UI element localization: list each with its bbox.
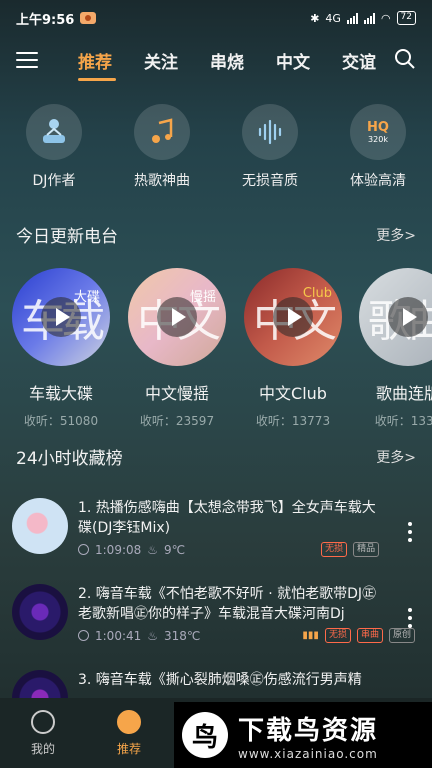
song-thumb xyxy=(12,584,68,640)
cover-tag: 大碟 xyxy=(73,290,100,305)
menu-icon[interactable] xyxy=(16,47,38,73)
tab-follow[interactable]: 关注 xyxy=(144,48,210,73)
quick-dj-author[interactable]: DJ作者 xyxy=(0,104,108,190)
more-options-icon[interactable] xyxy=(408,608,412,632)
badge-lossless: 无损 xyxy=(324,628,351,643)
badge-quality: 精品 xyxy=(353,542,380,557)
play-icon[interactable] xyxy=(273,297,313,337)
radio-listen-count: 收听：51080 xyxy=(23,414,99,428)
flame-icon: ♨ xyxy=(147,628,159,643)
radio-cover: 车载 大碟 xyxy=(12,268,110,366)
quick-label: 无损音质 xyxy=(242,173,298,189)
cover-tag: 慢摇 xyxy=(189,290,216,305)
section-header-chart: 24小时收藏榜 更多> xyxy=(16,444,416,469)
more-link[interactable]: 更多> xyxy=(376,447,416,467)
clock-icon xyxy=(78,544,89,555)
tab-recommend[interactable]: 推荐 xyxy=(78,48,144,81)
watermark-banner: 鸟 下载鸟资源 www.xiazainiao.com xyxy=(174,702,432,768)
radio-listen-count: 收听：23597 xyxy=(139,414,215,428)
song-title: 2. 嗨音车载《不怕老歌不好听 · 就怕老歌带DJ㊣老歌新唱㊣你的样子》车载混音… xyxy=(78,586,377,622)
status-time: 上午9:56 xyxy=(16,12,75,28)
search-icon[interactable] xyxy=(394,48,416,70)
status-icons: ✱ 4G ◠ 72 xyxy=(310,11,416,25)
music-note-icon xyxy=(134,104,190,160)
radio-cover: 中文 Club xyxy=(244,268,342,366)
quick-label: 体验高清 xyxy=(350,173,406,189)
quick-hd-trial[interactable]: HQ 320k 体验高清 xyxy=(324,104,432,190)
bottom-tab-label: 推荐 xyxy=(116,741,141,756)
section-title: 24小时收藏榜 xyxy=(16,449,123,469)
hq-badge: HQ xyxy=(367,120,389,135)
song-heat: 9℃ xyxy=(164,542,186,557)
song-row[interactable]: 2. 嗨音车载《不怕老歌不好听 · 就怕老歌带DJ㊣老歌新唱㊣你的样子》车载混音… xyxy=(0,584,432,674)
watermark-logo: 鸟 xyxy=(182,712,228,758)
quick-entries: DJ作者 热歌神曲 无损音质 HQ 320k 体验高清 xyxy=(0,104,432,190)
smile-icon xyxy=(31,709,55,734)
song-title: 3. 嗨音车载《撕心裂肺烟嗓㊣伤感流行男声精 xyxy=(78,672,362,688)
quick-label: DJ作者 xyxy=(32,173,76,189)
radio-card[interactable]: 车载 大碟 车载大碟 收听：51080 xyxy=(11,268,111,428)
vinyl-icon xyxy=(117,709,141,734)
quick-label: 热歌神曲 xyxy=(134,173,190,189)
quick-hot-songs[interactable]: 热歌神曲 xyxy=(108,104,216,190)
cover-tag: Club xyxy=(302,286,332,301)
watermark-title: 下载鸟资源 xyxy=(238,715,379,746)
top-nav: 推荐 关注 串烧 中文 交谊 xyxy=(0,36,432,84)
badge-medley: 串曲 xyxy=(356,628,383,643)
more-link[interactable]: 更多> xyxy=(376,225,416,245)
song-title: 1. 热播伤感嗨曲【太想念带我飞】全女声车载大碟(DJ李钰Mix) xyxy=(78,500,376,536)
radio-cover: 歌曲 连 xyxy=(359,268,432,366)
song-row[interactable]: 1. 热播伤感嗨曲【太想念带我飞】全女声车载大碟(DJ李钰Mix) 1:09:0… xyxy=(0,498,432,588)
clock-icon xyxy=(78,630,89,641)
play-icon[interactable] xyxy=(157,297,197,337)
bottom-tab-recommend[interactable]: 推荐 xyxy=(86,698,172,768)
song-duration: 1:00:41 xyxy=(95,628,142,643)
bottom-tab-label: 我的 xyxy=(30,741,55,756)
radio-listen-count: 收听：1339 xyxy=(374,414,432,428)
radio-card[interactable]: 中文 Club 中文Club 收听：13773 xyxy=(243,268,343,428)
section-header-radios: 今日更新电台 更多> xyxy=(16,222,416,247)
hq-headphones-icon: HQ 320k xyxy=(350,104,406,160)
watermark-url: www.xiazainiao.com xyxy=(238,746,378,761)
radio-name: 中文Club xyxy=(259,384,327,403)
watermark-text: 下载鸟资源 www.xiazainiao.com xyxy=(238,710,378,761)
wifi-icon: ◠ xyxy=(380,11,391,25)
waveform-icon xyxy=(242,104,298,160)
radio-cover: 中文 慢摇 xyxy=(128,268,226,366)
hq-sub: 320k xyxy=(368,135,388,144)
tab-bar: 推荐 关注 串烧 中文 交谊 xyxy=(78,48,408,81)
play-icon[interactable] xyxy=(388,297,428,337)
network-type: 4G xyxy=(325,11,341,25)
section-title: 今日更新电台 xyxy=(16,227,118,247)
radio-name: 歌曲连版 xyxy=(375,384,432,403)
radio-card[interactable]: 歌曲 连 歌曲连版 收听：1339 xyxy=(358,268,432,428)
status-bar: 上午9:56 ✱ 4G ◠ 72 xyxy=(0,0,432,36)
screen-record-icon xyxy=(80,12,97,24)
battery-icon: 72 xyxy=(396,11,416,25)
radio-card[interactable]: 中文 慢摇 中文慢摇 收听：23597 xyxy=(127,268,227,428)
signal-icon xyxy=(346,12,358,24)
quick-lossless[interactable]: 无损音质 xyxy=(216,104,324,190)
dj-icon xyxy=(26,104,82,160)
flame-icon: ♨ xyxy=(147,542,159,557)
signal-icon-2 xyxy=(363,12,375,24)
song-heat: 318℃ xyxy=(164,628,201,643)
bottom-tab-mine[interactable]: 我的 xyxy=(0,698,86,768)
radio-name: 车载大碟 xyxy=(28,384,93,403)
badge-lossless: 无损 xyxy=(321,542,348,557)
tab-medley[interactable]: 串烧 xyxy=(210,48,276,73)
more-options-icon[interactable] xyxy=(408,522,412,546)
song-duration: 1:09:08 xyxy=(95,542,142,557)
song-thumb xyxy=(12,498,68,554)
playing-bars-icon: ▮▮▮ xyxy=(302,630,319,641)
bluetooth-icon: ✱ xyxy=(310,11,320,25)
song-meta: 1:00:41 ♨ 318℃ ▮▮▮ 无损 串曲 原创 xyxy=(78,628,415,643)
radio-listen-count: 收听：13773 xyxy=(255,414,331,428)
radio-name: 中文慢摇 xyxy=(144,384,209,403)
tab-chinese[interactable]: 中文 xyxy=(276,48,342,73)
song-meta: 1:09:08 ♨ 9℃ 无损 精品 xyxy=(78,542,380,557)
radio-carousel[interactable]: 车载 大碟 车载大碟 收听：51080 中文 慢摇 中文慢摇 收听：23597 … xyxy=(0,268,432,428)
play-icon[interactable] xyxy=(41,297,81,337)
